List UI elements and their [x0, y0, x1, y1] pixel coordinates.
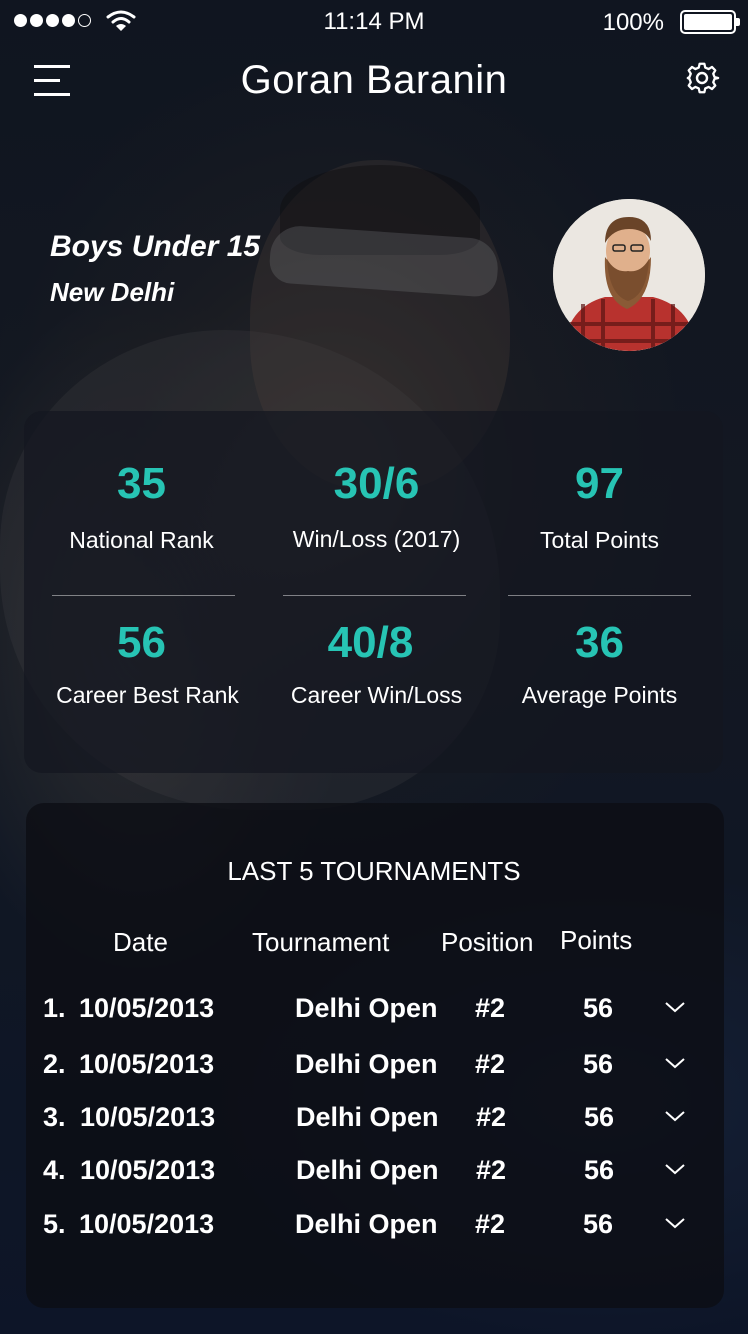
page-title: Goran Baranin	[240, 58, 508, 102]
stat-label: Career Best Rank	[56, 682, 239, 708]
chevron-down-icon[interactable]	[664, 1055, 686, 1071]
stats-divider	[508, 595, 691, 596]
row-date: 10/05/2013	[79, 993, 215, 1023]
player-category: Boys Under 15	[50, 230, 261, 263]
row-tournament: Delhi Open	[295, 1049, 438, 1079]
row-position: #2	[475, 993, 506, 1023]
row-index: 5.	[43, 1209, 66, 1239]
chevron-down-icon[interactable]	[664, 999, 686, 1015]
stat-value: 40/8	[327, 618, 414, 667]
row-date: 10/05/2013	[80, 1102, 216, 1132]
stat-value: 56	[117, 618, 166, 667]
stat-career-win-loss: 40/8 Career Win/Loss	[260, 618, 493, 709]
stat-label: Career Win/Loss	[290, 682, 463, 708]
row-index: 1.	[43, 993, 66, 1023]
stat-value: 30/6	[333, 459, 420, 508]
row-points: 56	[583, 993, 614, 1023]
row-date: 10/05/2013	[80, 1155, 216, 1185]
column-header-tournament: Tournament	[252, 927, 390, 957]
stats-divider	[283, 595, 466, 596]
row-tournament: Delhi Open	[296, 1155, 439, 1185]
row-position: #2	[475, 1209, 506, 1239]
row-points: 56	[584, 1102, 615, 1132]
row-tournament: Delhi Open	[295, 1209, 438, 1239]
stat-label: Total Points	[540, 527, 659, 553]
stat-label: National Rank	[69, 527, 214, 553]
player-profile-screen: 11:14 PM 100% Goran Baranin Boys Under 1…	[0, 0, 748, 1334]
stat-career-best-rank: 56 Career Best Rank	[31, 618, 264, 709]
stat-label: Win/Loss (2017)	[292, 526, 461, 552]
chevron-down-icon[interactable]	[664, 1215, 686, 1231]
row-points: 56	[584, 1155, 615, 1185]
row-index: 3.	[43, 1102, 66, 1132]
player-city: New Delhi	[50, 277, 175, 307]
status-bar: 11:14 PM 100%	[0, 0, 748, 44]
table-row[interactable]: 2. 10/05/2013 Delhi Open #2 56	[0, 1039, 748, 1089]
row-points: 56	[583, 1049, 614, 1079]
tournaments-title: LAST 5 TOURNAMENTS	[227, 856, 521, 886]
row-position: #2	[476, 1102, 507, 1132]
stats-divider	[52, 595, 235, 596]
row-index: 4.	[43, 1155, 66, 1185]
column-header-points: Points	[560, 925, 633, 955]
table-row[interactable]: 4. 10/05/2013 Delhi Open #2 56	[0, 1145, 748, 1195]
row-position: #2	[476, 1155, 507, 1185]
gear-icon[interactable]	[684, 60, 720, 96]
battery-icon	[680, 10, 740, 34]
row-index: 2.	[43, 1049, 66, 1079]
row-points: 56	[583, 1209, 614, 1239]
table-row[interactable]: 5. 10/05/2013 Delhi Open #2 56	[0, 1199, 748, 1249]
chevron-down-icon[interactable]	[664, 1108, 686, 1124]
column-header-date: Date	[113, 927, 168, 957]
avatar-photo	[553, 199, 705, 351]
row-tournament: Delhi Open	[296, 1102, 439, 1132]
row-date: 10/05/2013	[79, 1209, 215, 1239]
stat-label: Average Points	[521, 682, 678, 708]
column-header-position: Position	[441, 927, 534, 957]
chevron-down-icon[interactable]	[664, 1161, 686, 1177]
row-tournament: Delhi Open	[295, 993, 438, 1023]
table-row[interactable]: 1. 10/05/2013 Delhi Open #2 56	[0, 983, 748, 1033]
stats-card: 35 National Rank 30/6 Win/Loss (2017) 97…	[24, 411, 723, 773]
battery-percentage: 100%	[602, 9, 664, 36]
row-position: #2	[475, 1049, 506, 1079]
stat-national-rank: 35 National Rank	[25, 459, 258, 554]
stat-win-loss-2017: 30/6 Win/Loss (2017)	[260, 459, 493, 553]
table-row[interactable]: 3. 10/05/2013 Delhi Open #2 56	[0, 1092, 748, 1142]
stat-value: 97	[575, 459, 624, 508]
stat-average-points: 36 Average Points	[483, 618, 716, 709]
avatar[interactable]	[553, 199, 705, 351]
stat-total-points: 97 Total Points	[483, 459, 716, 554]
row-date: 10/05/2013	[79, 1049, 215, 1079]
stat-value: 36	[575, 618, 624, 667]
stat-value: 35	[117, 459, 166, 508]
